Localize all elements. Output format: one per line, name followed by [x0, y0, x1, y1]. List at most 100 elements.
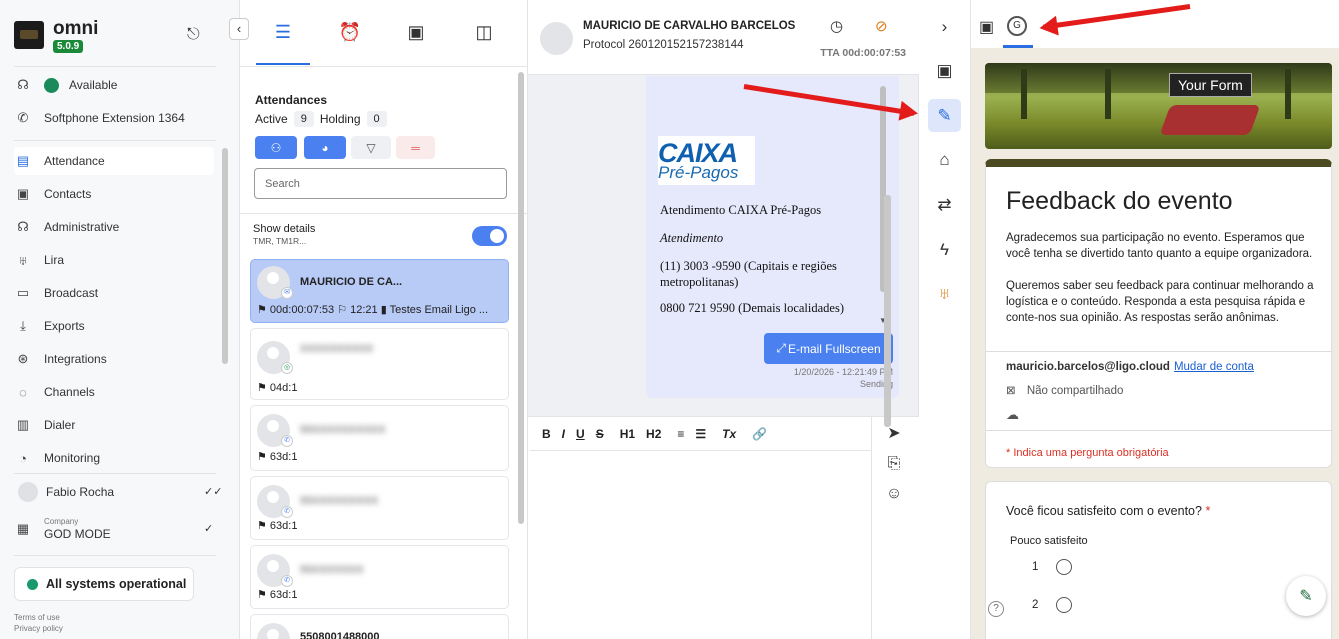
contact-name: MAURICIO DE CARVALHO BARCELOS	[583, 20, 796, 32]
sidebar-item-integrations[interactable]: ⊛ Integrations	[14, 345, 214, 373]
strikethrough-button[interactable]: S	[596, 427, 604, 441]
eye-off-icon[interactable]: ⊘	[875, 17, 888, 35]
message-textarea[interactable]	[530, 451, 872, 639]
sidebar-item-administrative[interactable]: ☊ Administrative	[14, 213, 214, 241]
radio-button[interactable]	[1056, 597, 1073, 613]
tag-icon[interactable]: ⌂	[928, 143, 961, 176]
attendance-card[interactable]: ◎ XXXXXXXXXX ⚑ 04d:1	[250, 328, 509, 400]
sidebar-scrollbar[interactable]	[222, 148, 228, 364]
sidebar-item-attendance[interactable]: ▤ Attendance	[14, 147, 214, 175]
help-icon[interactable]: ?	[988, 601, 1004, 617]
attendance-card[interactable]: ✆ 55XXXXXXXXXX ⚑ 63d:1	[250, 405, 509, 471]
contact-card-icon[interactable]: ▣	[928, 54, 961, 87]
chevron-down-icon[interactable]: ✓	[204, 522, 213, 535]
version-badge: 5.0.9	[53, 40, 84, 53]
company-selector[interactable]: ▦ Company GOD MODE	[14, 515, 214, 543]
system-status[interactable]: All systems operational	[14, 567, 194, 601]
filter-mine-button[interactable]: ⚇	[255, 136, 297, 159]
message-editor: B I U S H1 H2 ≡ ☰ Tx 🔗 ➤ ⎘ ☺	[528, 416, 919, 639]
question-card: Você ficou satisfeito com o evento? * Po…	[985, 481, 1332, 639]
sidebar-item-exports[interactable]: ⤓ Exports	[14, 312, 214, 340]
google-icon[interactable]: G	[1007, 16, 1027, 36]
filter-chart-button[interactable]: ◕	[304, 136, 346, 159]
form-edit-icon[interactable]: ✎	[928, 99, 961, 132]
clock-icon[interactable]: ◷	[830, 17, 843, 35]
rating-option[interactable]: 2	[1032, 597, 1073, 613]
sidebar-item-lira[interactable]: ♅ Lira	[14, 246, 214, 274]
radio-button[interactable]	[1056, 559, 1073, 575]
emoji-icon[interactable]: ☺	[883, 485, 905, 503]
caixa-logo: CAIXA Pré-Pagos	[658, 136, 755, 185]
lira-icon[interactable]: ♅	[928, 277, 961, 310]
user-name: Fabio Rocha	[46, 485, 115, 499]
contact-name: MAURICIO DE CA...	[300, 276, 403, 288]
chevron-down-icon[interactable]: ✓✓	[204, 485, 222, 498]
sidebar-item-dialer[interactable]: ▥ Dialer	[14, 411, 214, 439]
lightning-icon[interactable]: ϟ	[928, 233, 961, 266]
list-icon[interactable]: ☰	[270, 22, 296, 48]
status-label: Available	[69, 78, 118, 92]
privacy-link[interactable]: Privacy policy	[14, 624, 63, 633]
pencil-icon[interactable]: ✎	[1286, 576, 1326, 616]
picnic-blanket	[1159, 105, 1261, 135]
italic-button[interactable]: I	[562, 427, 565, 441]
conversation-scrollbar[interactable]	[884, 195, 891, 427]
chat-bubbles-icon[interactable]: ◫	[471, 22, 497, 48]
phone-icon: ✆	[17, 110, 29, 125]
attendance-card[interactable]: ✉ MAURICIO DE CA... ⚑ 00d:00:07:53 ⚐ 12:…	[250, 259, 509, 323]
user-menu[interactable]: Fabio Rocha	[18, 478, 218, 506]
account-email: mauricio.barcelos@ligo.cloud Mudar de con…	[1006, 361, 1254, 373]
clear-format-icon[interactable]: Tx	[722, 427, 736, 441]
attendance-card[interactable]: ✆ 55XXXXXXXXX ⚑ 63d:1	[250, 476, 509, 540]
alarm-icon[interactable]: ⏰	[337, 22, 363, 48]
logout-icon[interactable]: ⎋	[187, 26, 205, 44]
filter-button[interactable]: ▽	[351, 136, 391, 159]
link-icon[interactable]: 🔗	[752, 427, 767, 441]
collapse-sidebar-button[interactable]: ‹	[229, 18, 249, 40]
option-label: 1	[1032, 561, 1039, 573]
cloud-icon: ☁	[1006, 407, 1019, 422]
conversation-panel: MAURICIO DE CARVALHO BARCELOS Protocol 2…	[528, 0, 919, 639]
sidebar-item-label: Broadcast	[44, 286, 99, 300]
show-details-toggle[interactable]	[472, 226, 507, 246]
transfer-icon[interactable]: ⇄	[928, 188, 961, 221]
softphone-item[interactable]: ✆ Softphone Extension 1364	[14, 104, 214, 132]
status-selector[interactable]: ☊ Available	[14, 71, 214, 99]
switch-account-link[interactable]: Mudar de conta	[1174, 361, 1254, 373]
underline-button[interactable]: U	[576, 427, 585, 441]
terms-link[interactable]: Terms of use	[14, 613, 60, 622]
heading2-button[interactable]: H2	[646, 427, 661, 441]
broadcast-icon: ▭	[16, 285, 30, 300]
attendances-title: Attendances	[255, 93, 328, 107]
attendance-scrollbar[interactable]	[518, 72, 524, 524]
sidebar-item-channels[interactable]: ◌ Channels	[14, 378, 214, 406]
contact-name: 55XXXXXXX	[300, 564, 364, 576]
email-fullscreen-button[interactable]: ⤢ E-mail Fullscreen	[764, 333, 893, 364]
show-details-sub: TMR, TM1R...	[253, 236, 307, 246]
search-input[interactable]: Search	[254, 168, 507, 199]
attendance-card[interactable]: 5508001488000	[250, 614, 509, 639]
sidebar-item-contacts[interactable]: ▣ Contacts	[14, 180, 214, 208]
heading1-button[interactable]: H1	[620, 427, 635, 441]
tta-timer: TTA 00d:00:07:53	[820, 47, 906, 59]
chevron-right-icon[interactable]: ›	[928, 10, 961, 43]
company-label: Company	[44, 517, 79, 526]
attachment-icon[interactable]: ⎘	[883, 455, 905, 473]
rating-option[interactable]: 1	[1032, 559, 1073, 575]
sidebar-item-broadcast[interactable]: ▭ Broadcast	[14, 279, 214, 307]
sidebar-item-monitoring[interactable]: ◔ Monitoring	[14, 444, 214, 472]
active-tab-indicator	[1003, 45, 1033, 48]
contact-card-icon[interactable]: ▣	[403, 22, 429, 48]
bold-button[interactable]: B	[542, 427, 551, 441]
company-block: Company GOD MODE	[44, 517, 111, 541]
phone-icon: ✆	[281, 435, 293, 447]
sort-button[interactable]: ═	[396, 136, 435, 159]
attendance-card[interactable]: ✆ 55XXXXXXX ⚑ 63d:1	[250, 545, 509, 609]
download-icon: ⤓	[20, 318, 26, 333]
bullet-list-icon[interactable]: ☰	[695, 427, 706, 441]
message-line: 0800 721 9590 (Demais localidades)	[660, 301, 844, 315]
ordered-list-icon[interactable]: ≡	[677, 427, 684, 441]
phone-icon: ✆	[281, 575, 293, 587]
contact-card-icon[interactable]: ▣	[979, 17, 994, 37]
scale-low-label: Pouco satisfeito	[1010, 535, 1088, 547]
